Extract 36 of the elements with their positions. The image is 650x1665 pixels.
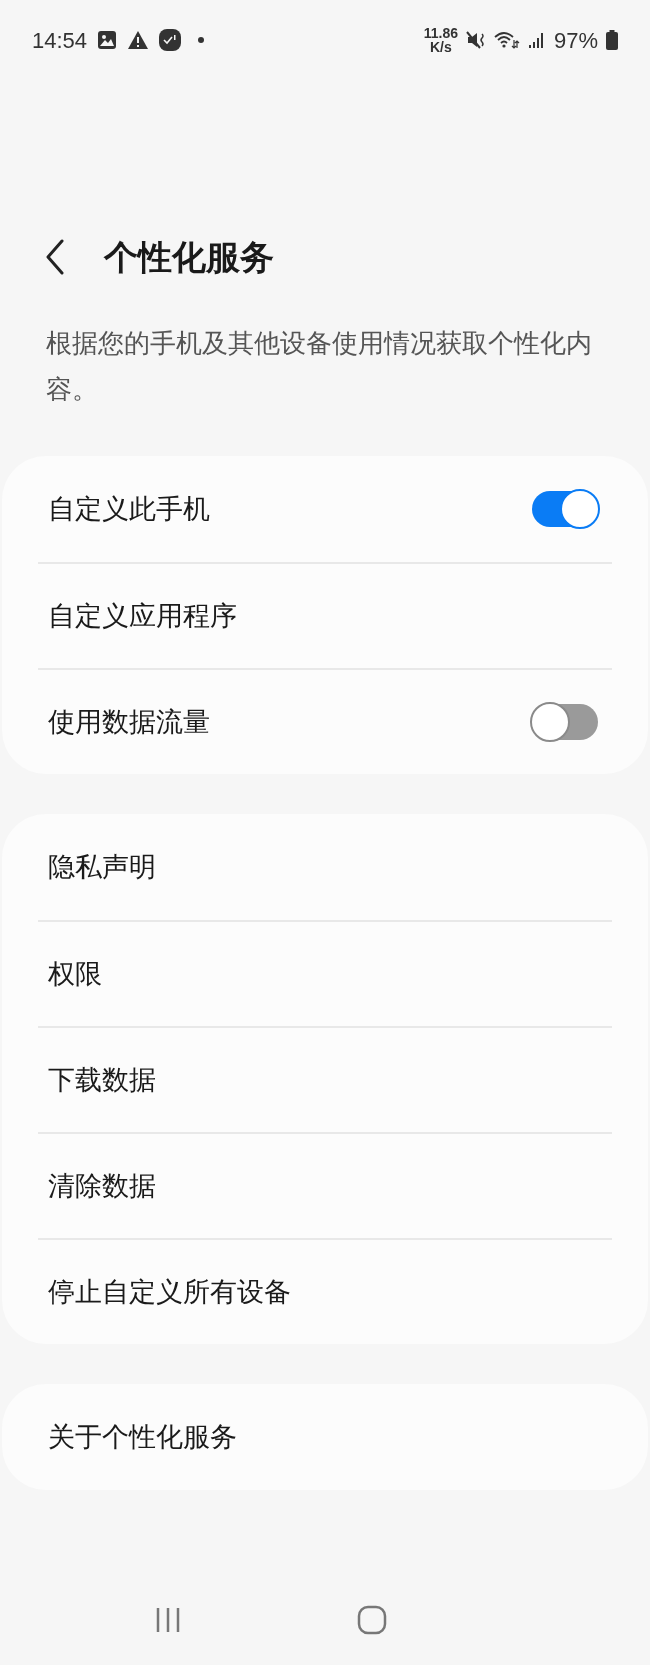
settings-row[interactable]: 停止自定义所有设备: [38, 1238, 612, 1344]
settings-row[interactable]: 自定义此手机: [38, 456, 612, 562]
clock-time: 14:54: [32, 26, 88, 55]
row-label: 下载数据: [48, 1063, 156, 1097]
warning-icon: [127, 30, 150, 50]
image-icon: [97, 30, 118, 50]
mute-icon: [465, 30, 486, 50]
check-badge-icon: [159, 29, 182, 51]
settings-row[interactable]: 使用数据流量: [38, 668, 612, 774]
row-label: 自定义应用程序: [48, 599, 237, 633]
page-description: 根据您的手机及其他设备使用情况获取个性化内容。: [45, 327, 593, 406]
dot-icon: [197, 36, 206, 44]
settings-row[interactable]: 自定义应用程序: [38, 562, 612, 668]
settings-row[interactable]: 关于个性化服务: [38, 1384, 612, 1490]
settings-row[interactable]: 权限: [38, 920, 612, 1026]
row-label: 自定义此手机: [48, 492, 210, 526]
toggle-switch[interactable]: [532, 704, 598, 740]
settings-row[interactable]: 清除数据: [38, 1132, 612, 1238]
signal-icon: [527, 31, 546, 49]
row-label: 使用数据流量: [48, 705, 210, 739]
toggle-switch[interactable]: [532, 491, 598, 527]
battery-percent: 97%: [553, 26, 598, 55]
settings-row[interactable]: 隐私声明: [38, 814, 612, 920]
network-speed: 11.86: [423, 26, 458, 40]
speed-unit: K/s: [429, 40, 452, 54]
row-label: 关于个性化服务: [48, 1420, 237, 1454]
row-label: 隐私声明: [48, 850, 156, 884]
home-icon[interactable]: [356, 1605, 387, 1635]
settings-row[interactable]: 下载数据: [38, 1026, 612, 1132]
row-label: 权限: [48, 957, 102, 991]
battery-icon: [606, 30, 618, 50]
back-icon[interactable]: [44, 239, 66, 275]
wifi-icon: [493, 30, 520, 50]
row-label: 停止自定义所有设备: [48, 1275, 291, 1309]
page-title: 个性化服务: [104, 236, 274, 278]
row-label: 清除数据: [48, 1169, 156, 1203]
